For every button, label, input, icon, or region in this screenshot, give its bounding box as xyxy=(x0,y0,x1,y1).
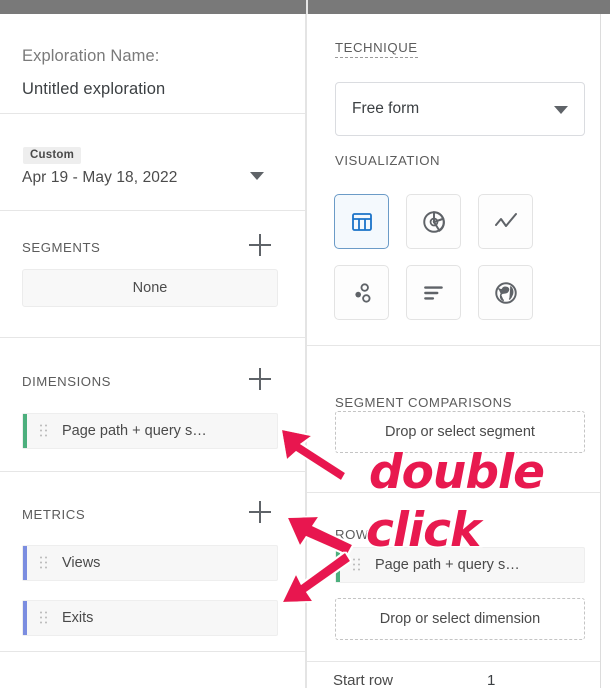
date-range-value[interactable]: Apr 19 - May 18, 2022 xyxy=(22,169,177,187)
rows-dimension-chip[interactable]: Page path + query s… xyxy=(335,547,585,583)
technique-select-value: Free form xyxy=(352,100,420,117)
add-metric-plus-icon[interactable] xyxy=(249,501,271,523)
drag-handle-icon[interactable] xyxy=(40,611,48,625)
add-segment-plus-icon[interactable] xyxy=(249,234,271,256)
drag-handle-icon[interactable] xyxy=(40,424,48,438)
date-range-badge: Custom xyxy=(23,147,82,164)
rows-chip-label: Page path + query s… xyxy=(375,557,520,573)
variables-panel: Exploration Name: Untitled exploration C… xyxy=(0,14,305,688)
chip-accent-bar xyxy=(23,546,27,580)
chip-accent-bar xyxy=(336,548,340,582)
metric-chip-exits[interactable]: Exits xyxy=(22,600,278,636)
segments-section-title: SEGMENTS xyxy=(22,240,101,255)
viz-option-line-chart[interactable] xyxy=(478,194,533,249)
ga4-exploration-config-panel: Exploration Name: Untitled exploration C… xyxy=(0,0,610,688)
drag-handle-icon[interactable] xyxy=(40,556,48,570)
right-edge-divider xyxy=(600,14,601,688)
topbar-seam xyxy=(306,0,308,14)
segments-none-box[interactable]: None xyxy=(22,269,278,307)
divider-metrics xyxy=(0,651,305,652)
metric-chip-label: Exits xyxy=(62,610,94,626)
rows-section-title: ROWS xyxy=(335,527,379,542)
viz-option-scatter-plot[interactable] xyxy=(334,265,389,320)
dimension-chip-page-path[interactable]: Page path + query s… xyxy=(22,413,278,449)
metrics-section-title: METRICS xyxy=(22,507,86,522)
dimension-chip-label: Page path + query s… xyxy=(62,423,207,439)
divider-exploration xyxy=(0,113,305,114)
divider-visualization xyxy=(307,345,600,346)
divider-date-range xyxy=(0,210,305,211)
viz-option-free-form-table[interactable] xyxy=(334,194,389,249)
chip-accent-bar xyxy=(23,601,27,635)
divider-rows xyxy=(307,661,600,662)
visualization-section-title: VISUALIZATION xyxy=(335,153,441,168)
add-dimension-plus-icon[interactable] xyxy=(249,368,271,390)
divider-segments xyxy=(0,337,305,338)
tab-settings-panel: TECHNIQUE Free form VISUALIZATION SEGMEN… xyxy=(307,14,600,688)
chip-accent-bar xyxy=(23,414,27,448)
rows-dimension-dropzone[interactable]: Drop or select dimension xyxy=(335,598,585,640)
chevron-down-icon[interactable] xyxy=(554,106,568,114)
technique-section-title: TECHNIQUE xyxy=(335,40,418,58)
viz-option-bar-chart[interactable] xyxy=(406,265,461,320)
table-icon xyxy=(351,212,372,231)
metric-chip-views[interactable]: Views xyxy=(22,545,278,581)
bar-chart-icon xyxy=(423,285,443,300)
technique-select[interactable]: Free form xyxy=(335,82,585,136)
segment-comparisons-title: SEGMENT COMPARISONS xyxy=(335,395,513,410)
viz-option-geo-map[interactable] xyxy=(478,265,533,320)
exploration-name-label: Exploration Name: xyxy=(22,47,160,65)
divider-segment-comparisons xyxy=(307,492,600,493)
line-chart-icon xyxy=(494,212,517,227)
start-row-value[interactable]: 1 xyxy=(487,672,495,688)
globe-icon xyxy=(494,281,517,304)
segment-dropzone[interactable]: Drop or select segment xyxy=(335,411,585,453)
viz-option-donut-chart[interactable] xyxy=(406,194,461,249)
divider-dimensions xyxy=(0,471,305,472)
exploration-name-value[interactable]: Untitled exploration xyxy=(22,80,165,99)
window-topbar xyxy=(0,0,610,14)
scatter-plot-icon xyxy=(354,282,371,303)
chevron-down-icon[interactable] xyxy=(250,172,264,180)
donut-chart-icon xyxy=(422,210,445,233)
metric-chip-label: Views xyxy=(62,555,101,571)
drag-handle-icon[interactable] xyxy=(353,558,361,572)
dimensions-section-title: DIMENSIONS xyxy=(22,374,112,389)
start-row-label: Start row xyxy=(333,672,394,688)
